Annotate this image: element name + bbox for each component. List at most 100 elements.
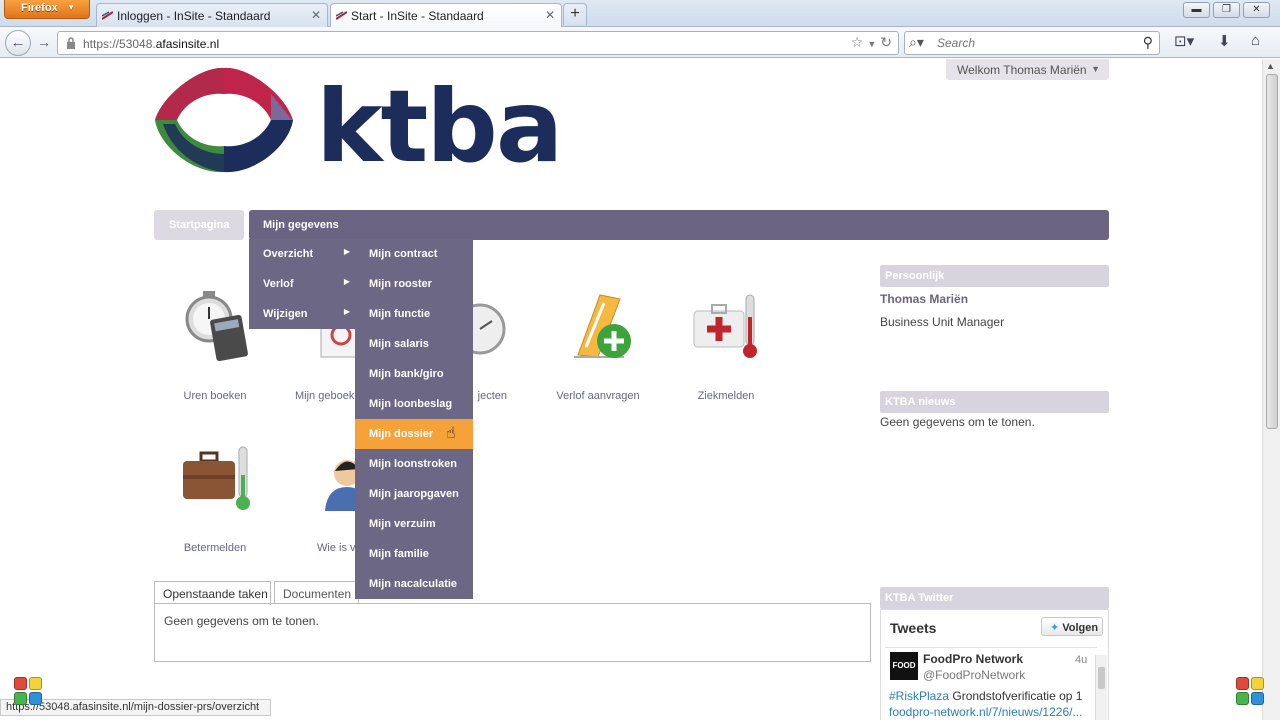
- twitter-widget: Tweets ✦ Volgen FOOD FoodPro Network @Foo…: [880, 609, 1109, 720]
- search-box[interactable]: ⌕▾ ⚲: [904, 31, 1160, 55]
- menu-item-label: Mijn bank/giro: [369, 368, 444, 380]
- submenu-wijzigen[interactable]: Wijzigen ▶: [249, 299, 356, 329]
- menu-item-mijn-functie[interactable]: Mijn functie: [355, 299, 473, 329]
- user-role: Business Unit Manager: [880, 315, 1005, 329]
- app-verlof-aanvragen[interactable]: Verlof aanvragen: [538, 287, 658, 402]
- menu-item-label: Mijn salaris: [369, 338, 429, 350]
- search-input[interactable]: [937, 36, 1127, 50]
- nav-startpagina[interactable]: Startpagina: [154, 210, 244, 240]
- app-label: Ziekmelden: [697, 390, 755, 402]
- menu-item-label: Mijn loonstroken: [369, 458, 457, 470]
- twitter-title: KTBA Twitter: [885, 592, 954, 604]
- restore-button[interactable]: ❐: [1213, 2, 1240, 18]
- menu-item-mijn-contract[interactable]: Mijn contract: [355, 239, 473, 269]
- menu-item-mijn-verzuim[interactable]: Mijn verzuim: [355, 509, 473, 539]
- menu-item-label: Mijn verzuim: [369, 518, 436, 530]
- nav-mijn-gegevens-label: Mijn gegevens: [263, 219, 339, 231]
- close-window-button[interactable]: ✕: [1243, 2, 1270, 18]
- menu-item-label: Mijn loonbeslag: [369, 398, 453, 410]
- avatar[interactable]: FOOD: [890, 652, 918, 680]
- twitter-scrollbar[interactable]: [1095, 655, 1107, 720]
- avatar-text: FOOD: [892, 661, 916, 670]
- mijn-gegevens-submenu: Overzicht ▶ Verlof ▶ Wijzigen ▶: [249, 239, 356, 329]
- menu-item-label: Mijn contract: [369, 248, 438, 260]
- app-label: Verlof aanvragen: [556, 390, 640, 402]
- submenu-verlof[interactable]: Verlof ▶: [249, 269, 356, 299]
- favicon-icon: [102, 11, 113, 20]
- scroll-up-icon[interactable]: ▲: [1266, 61, 1275, 71]
- submenu-overzicht[interactable]: Overzicht ▶: [249, 239, 356, 269]
- tweets-heading: Tweets: [890, 620, 937, 636]
- search-icon[interactable]: ⚲: [1143, 34, 1153, 51]
- chevron-down-icon: ▼: [67, 3, 75, 12]
- menu-item-mijn-loonbeslag[interactable]: Mijn loonbeslag: [355, 389, 473, 419]
- nav-mijn-gegevens[interactable]: Mijn gegevens: [249, 210, 1109, 240]
- beach-chair-add-icon: [574, 294, 631, 358]
- minimize-button[interactable]: ▬: [1183, 2, 1210, 18]
- tasks-empty-text: Geen gegevens om te tonen.: [164, 614, 319, 628]
- tweet-link[interactable]: foodpro-network.nl/7/nieuws/1226/...: [889, 705, 1082, 719]
- url-prefix: https://53048.: [83, 37, 156, 51]
- nav-startpagina-label: Startpagina: [169, 219, 230, 231]
- forward-button[interactable]: →: [34, 33, 54, 53]
- tweet-author-name[interactable]: FoodPro Network: [923, 652, 1023, 666]
- menu-item-mijn-loonstroken[interactable]: Mijn loonstroken: [355, 449, 473, 479]
- history-dropdown-icon[interactable]: ▼: [867, 39, 876, 49]
- url-bar[interactable]: https://53048.afasinsite.nl ☆ ▼ ↻: [57, 31, 899, 55]
- news-empty-text: Geen gegevens om te tonen.: [880, 415, 1035, 429]
- search-engine-icon[interactable]: ⌕▾: [909, 34, 924, 51]
- menu-item-label: Mijn functie: [369, 308, 431, 320]
- menu-item-mijn-bank-giro[interactable]: Mijn bank/giro: [355, 359, 473, 389]
- tab-label: Documenten: [283, 587, 352, 601]
- welcome-label: Welkom Thomas Mariën: [957, 63, 1087, 77]
- tab-openstaande-taken[interactable]: Openstaande taken: [154, 581, 271, 605]
- firefox-menu-label: Firefox: [21, 2, 58, 14]
- new-tab-button[interactable]: +: [563, 3, 587, 25]
- bookmarks-menu-icon[interactable]: ⊡▾: [1174, 32, 1194, 50]
- url-actions: ☆ ▼ ↻: [847, 34, 892, 51]
- menu-item-label: Mijn rooster: [369, 278, 432, 290]
- tab-start[interactable]: Start - InSite - Standaard ✕: [330, 3, 562, 28]
- news-header: KTBA nieuws: [880, 391, 1109, 413]
- app-label: Uren boeken: [183, 390, 247, 402]
- close-tab-icon[interactable]: ✕: [311, 8, 321, 22]
- tab-documenten[interactable]: Documenten: [274, 581, 359, 604]
- app-betermelden[interactable]: Betermelden: [155, 439, 275, 554]
- lock-icon: [67, 37, 75, 49]
- twitter-bird-icon: ✦: [1050, 622, 1060, 634]
- home-icon[interactable]: ⌂: [1251, 32, 1260, 49]
- tab-title: Start - InSite - Standaard: [351, 9, 484, 23]
- menu-item-mijn-salaris[interactable]: Mijn salaris: [355, 329, 473, 359]
- menu-item-label: Mijn dossier: [369, 428, 434, 440]
- follow-label: Volgen: [1062, 622, 1099, 634]
- menu-item-mijn-rooster[interactable]: Mijn rooster: [355, 269, 473, 299]
- app-ziekmelden[interactable]: Ziekmelden: [666, 287, 786, 402]
- download-icon[interactable]: ⬇: [1218, 32, 1231, 50]
- user-name[interactable]: Thomas Mariën: [880, 292, 968, 306]
- scrollbar-thumb[interactable]: [1098, 667, 1105, 689]
- welcome-menu[interactable]: Welkom Thomas Mariën ▼: [946, 59, 1109, 80]
- close-tab-icon[interactable]: ✕: [545, 8, 555, 22]
- tab-title: Inloggen - InSite - Standaard: [117, 9, 271, 23]
- submenu-label: Verlof: [263, 278, 294, 290]
- scrollbar-thumb[interactable]: [1266, 74, 1278, 429]
- follow-button[interactable]: ✦ Volgen: [1041, 617, 1103, 636]
- persoonlijk-header: Persoonlijk: [880, 265, 1109, 287]
- bookmark-star-icon[interactable]: ☆: [851, 34, 864, 50]
- tasks-panel: Geen gegevens om te tonen.: [154, 603, 871, 662]
- menu-item-mijn-familie[interactable]: Mijn familie: [355, 539, 473, 569]
- tweet-hashtag[interactable]: #RiskPlaza: [889, 689, 949, 703]
- menu-item-mijn-nacalculatie[interactable]: Mijn nacalculatie: [355, 569, 473, 599]
- tweet-body: Grondstofverificatie op 1: [949, 689, 1083, 703]
- firefox-menu-button[interactable]: Firefox ▼: [4, 0, 90, 19]
- menu-item-label: Mijn jaaropgaven: [369, 488, 459, 500]
- back-button[interactable]: ←: [5, 30, 31, 56]
- menu-item-label: Mijn familie: [369, 548, 429, 560]
- tab-inloggen[interactable]: Inloggen - InSite - Standaard ✕: [96, 3, 328, 27]
- tweet-time[interactable]: 4u: [1075, 654, 1087, 666]
- menu-item-mijn-jaaropgaven[interactable]: Mijn jaaropgaven: [355, 479, 473, 509]
- tweet-author-handle[interactable]: @FoodProNetwork: [923, 668, 1025, 682]
- reload-icon[interactable]: ↻: [880, 34, 892, 50]
- page-scrollbar[interactable]: ▲: [1262, 59, 1280, 720]
- favicon-icon: [336, 11, 347, 20]
